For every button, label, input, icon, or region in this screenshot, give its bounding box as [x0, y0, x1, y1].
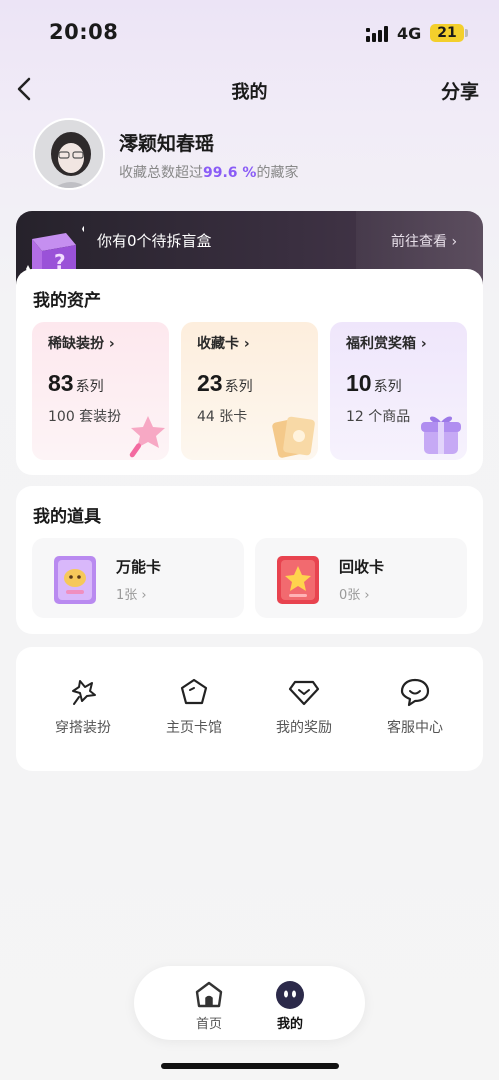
asset-number-unit: 系列: [224, 379, 253, 395]
battery-tip: [465, 29, 468, 37]
nav-label: 首页: [195, 1017, 222, 1032]
blindbox-view-link[interactable]: 前往查看 ›: [391, 231, 457, 251]
asset-tile-number: 23 系列: [197, 370, 253, 397]
prop-count: 1张 ›: [116, 588, 147, 603]
asset-number-value: 83: [48, 370, 74, 396]
wand-icon: [129, 416, 165, 458]
blindbox-text: 你有0个待拆盲盒: [97, 232, 212, 250]
asset-number-value: 23: [197, 370, 223, 396]
assets-card: 我的资产 稀缺装扮 › 83 系列 100 套装扮 收藏卡 › 23 系列 44 张…: [16, 269, 483, 475]
tool-label: 我的奖励: [276, 720, 332, 736]
avatar[interactable]: [33, 118, 105, 190]
gem-icon: [288, 680, 320, 706]
tool-homepage-gallery[interactable]: 主页卡馆: [144, 677, 244, 737]
asset-tile-number: 10 系列: [346, 370, 402, 397]
asset-tile-number: 83 系列: [48, 370, 104, 397]
asset-number-unit: 系列: [373, 379, 402, 395]
cards-icon: [272, 416, 315, 458]
status-time: 20:08: [49, 20, 119, 44]
tools-card: 穿搭装扮 主页卡馆 我的奖励 客服中心: [16, 647, 483, 771]
chat-smile-icon: [400, 678, 430, 707]
page-title: 我的: [231, 82, 268, 103]
asset-number-unit: 系列: [75, 379, 104, 395]
tool-label: 穿搭装扮: [55, 720, 111, 736]
outfit-icon: [72, 680, 96, 705]
asset-tile-collect-cards[interactable]: 收藏卡 › 23 系列 44 张卡: [181, 322, 318, 460]
status-bar: 20:08 4G 21: [0, 0, 499, 64]
signal-icon: [366, 26, 388, 42]
prop-name: 回收卡: [339, 558, 385, 576]
asset-tile-label: 福利赏奖箱 ›: [346, 336, 427, 352]
avatar-image: [35, 120, 103, 188]
tool-label: 客服中心: [387, 720, 443, 736]
asset-tile-label: 稀缺装扮 ›: [48, 336, 115, 352]
home-indicator: [161, 1063, 339, 1069]
collect-stat-prefix: 收藏总数超过: [119, 165, 203, 181]
asset-tile-sub: 12 个商品: [346, 409, 411, 425]
network-type: 4G: [397, 24, 422, 43]
assets-title: 我的资产: [33, 291, 101, 311]
tool-customer-service[interactable]: 客服中心: [365, 677, 465, 737]
collect-stat: 收藏总数超过99.6 %的藏家: [119, 162, 298, 182]
nav-home[interactable]: 首页: [179, 980, 239, 1032]
share-button[interactable]: 分享: [441, 77, 479, 104]
prop-universal-card[interactable]: 万能卡 1张 ›: [32, 538, 244, 618]
asset-tile-label: 收藏卡 ›: [197, 336, 250, 352]
mascot-icon: [276, 981, 304, 1009]
tool-my-rewards[interactable]: 我的奖励: [254, 677, 354, 737]
asset-number-value: 10: [346, 370, 372, 396]
tool-outfit[interactable]: 穿搭装扮: [33, 677, 133, 737]
recycle-card-icon: [277, 556, 319, 604]
prop-name: 万能卡: [116, 558, 162, 576]
props-title: 我的道具: [33, 507, 101, 527]
nav-mine[interactable]: 我的: [260, 980, 320, 1032]
tool-label: 主页卡馆: [166, 720, 222, 736]
mystery-box-icon: ?: [26, 226, 84, 275]
asset-tile-rare-outfits[interactable]: 稀缺装扮 › 83 系列 100 套装扮: [32, 322, 169, 460]
prop-count: 0张 ›: [339, 588, 370, 603]
nav-label: 我的: [276, 1017, 303, 1032]
collect-stat-value: 99.6 %: [203, 165, 257, 181]
props-card: 我的道具 万能卡 1张 › 回收卡 0张 ›: [16, 486, 483, 634]
bottom-nav: 首页 我的: [134, 966, 365, 1040]
battery-icon: 21: [430, 24, 464, 42]
prop-recycle-card[interactable]: 回收卡 0张 ›: [255, 538, 467, 618]
gift-box-icon: [421, 416, 461, 454]
username: 澪颖知春瑶: [119, 133, 215, 155]
asset-tile-sub: 100 套装扮: [48, 409, 122, 425]
home-icon: [195, 981, 223, 1008]
pentagon-icon: [180, 678, 208, 705]
asset-tile-reward-box[interactable]: 福利赏奖箱 › 10 系列 12 个商品: [330, 322, 467, 460]
asset-tile-sub: 44 张卡: [197, 409, 248, 425]
collect-stat-suffix: 的藏家: [256, 165, 299, 181]
universal-card-icon: [54, 556, 96, 604]
